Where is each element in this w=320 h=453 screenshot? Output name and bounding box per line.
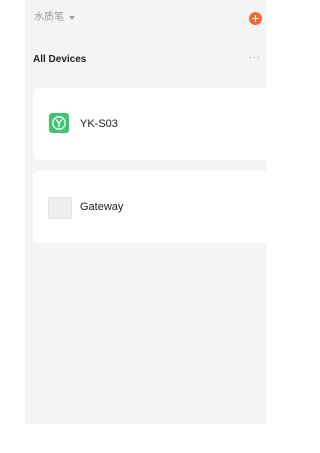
device-name: YK-S03 (80, 118, 118, 130)
home-name: 水质笔 (34, 12, 64, 23)
device-card-gateway[interactable]: Gateway (33, 171, 266, 243)
devices-section-header: All Devices ··· (25, 52, 266, 70)
app-screen: 水质笔 All Devices ··· YK-S03 Gateway (25, 0, 266, 424)
chevron-down-icon (69, 16, 75, 20)
more-options-button[interactable]: ··· (249, 52, 261, 64)
section-title: All Devices (33, 54, 87, 65)
device-card-yk-s03[interactable]: YK-S03 (33, 88, 266, 160)
device-name: Gateway (80, 201, 124, 213)
header: 水质笔 (25, 0, 266, 40)
add-device-button[interactable] (249, 12, 262, 25)
gateway-icon (48, 197, 72, 219)
y-sensor-icon (49, 113, 69, 133)
home-selector[interactable]: 水质笔 (34, 12, 75, 24)
